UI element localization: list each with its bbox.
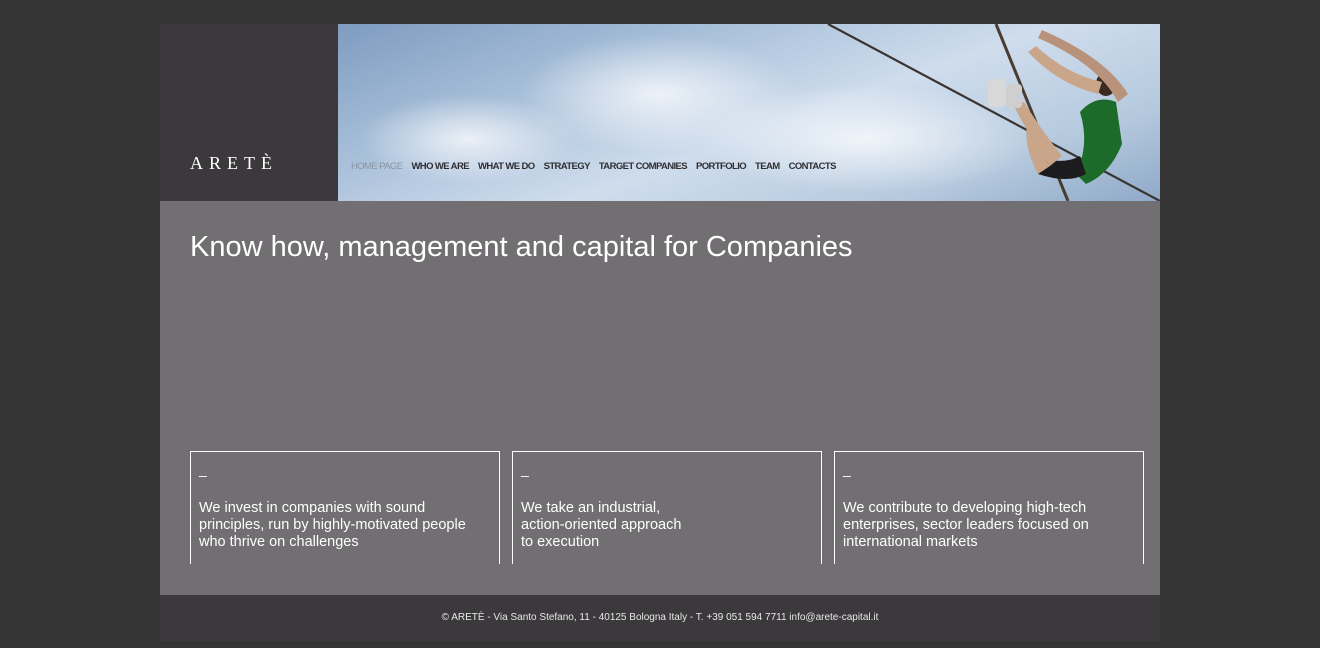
main-content: Know how, management and capital for Com… (160, 201, 1160, 595)
main-nav: HOME PAGE WHO WE ARE WHAT WE DO STRATEGY… (351, 161, 845, 172)
logo-block[interactable]: ARETÈ (160, 24, 338, 201)
nav-who-we-are[interactable]: WHO WE ARE (411, 161, 469, 172)
nav-team[interactable]: TEAM (755, 161, 780, 172)
feature-card-approach: _ We take an industrial, action-oriented… (512, 451, 822, 564)
page-container: ARETÈ HOME PAGE WHO WE ARE WHAT WE DO ST… (160, 24, 1160, 641)
site-logo[interactable]: ARETÈ (190, 153, 278, 174)
card-dash: _ (521, 461, 529, 477)
card-text: We contribute to developing high-tech en… (843, 500, 1089, 550)
nav-contacts[interactable]: CONTACTS (789, 161, 837, 172)
hero-banner: HOME PAGE WHO WE ARE WHAT WE DO STRATEGY… (338, 24, 1160, 201)
nav-strategy[interactable]: STRATEGY (544, 161, 591, 172)
card-dash: _ (199, 461, 207, 477)
feature-card-invest: _ We invest in companies with sound prin… (190, 451, 500, 564)
nav-home-page[interactable]: HOME PAGE (351, 161, 403, 172)
nav-portfolio[interactable]: PORTFOLIO (696, 161, 747, 172)
page-headline: Know how, management and capital for Com… (190, 231, 853, 263)
card-text: We invest in companies with sound princi… (199, 500, 466, 550)
climber-illustration (827, 24, 1160, 201)
card-text: We take an industrial, action-oriented a… (521, 500, 682, 550)
card-dash: _ (843, 461, 851, 477)
site-footer: © ARETÈ - Via Santo Stefano, 11 - 40125 … (160, 595, 1160, 641)
nav-what-we-do[interactable]: WHAT WE DO (478, 161, 535, 172)
footer-contact-text: © ARETÈ - Via Santo Stefano, 11 - 40125 … (441, 612, 879, 623)
feature-card-hightech: _ We contribute to developing high-tech … (834, 451, 1144, 564)
site-header: ARETÈ HOME PAGE WHO WE ARE WHAT WE DO ST… (160, 24, 1160, 201)
nav-target-companies[interactable]: TARGET COMPANIES (599, 161, 688, 172)
